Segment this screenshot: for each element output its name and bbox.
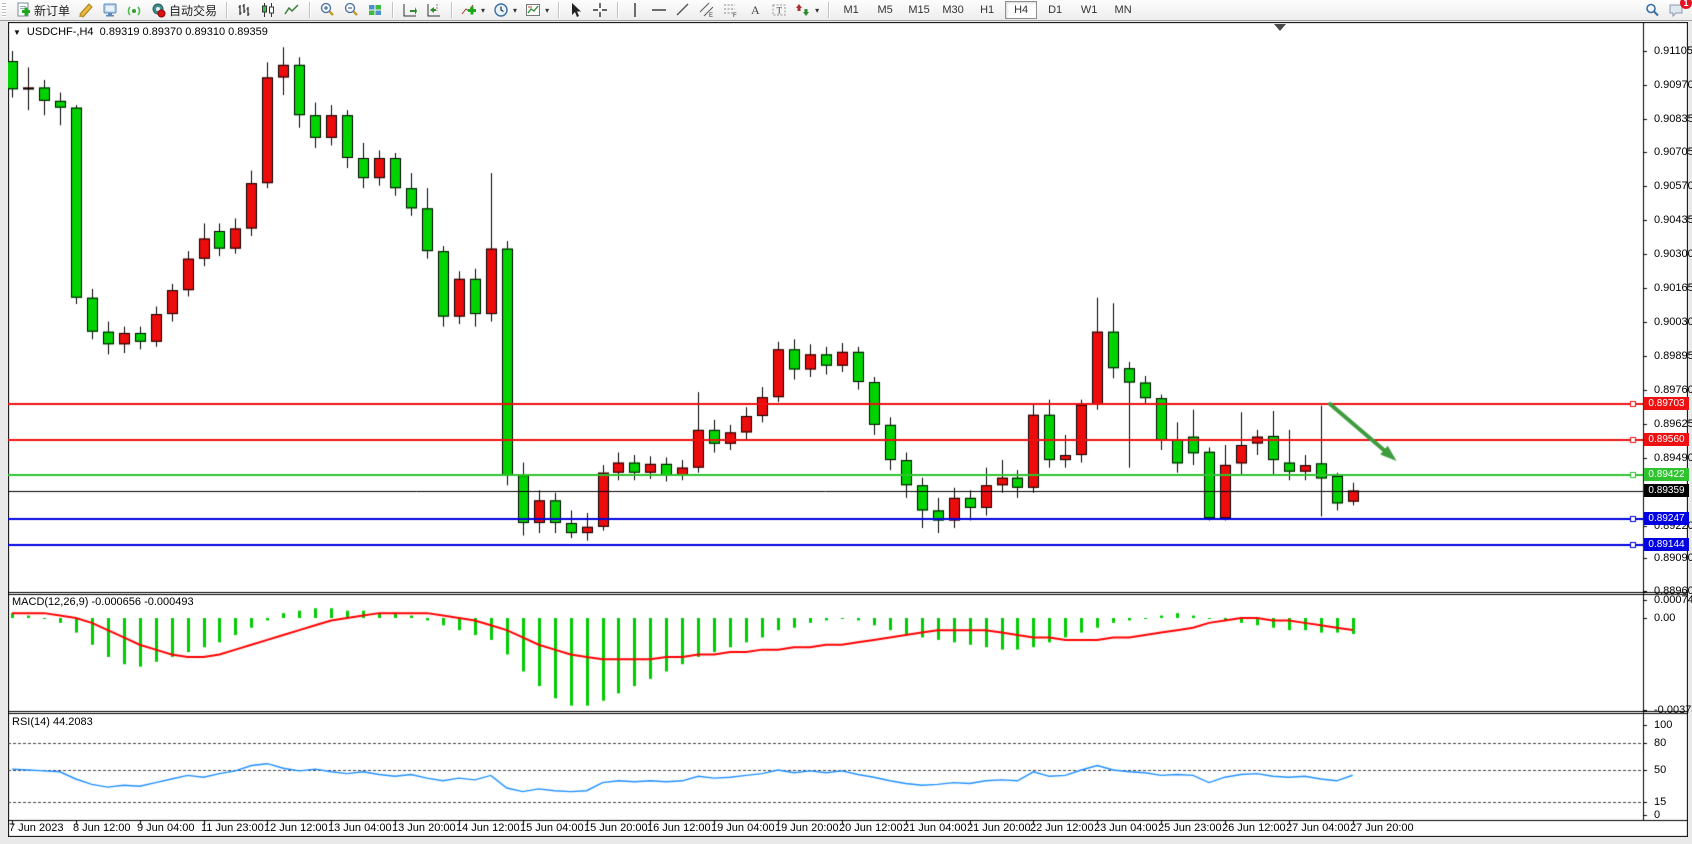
timeframe-button-m30[interactable]: M30 [937,1,969,19]
timeframe-button-m5[interactable]: M5 [869,1,901,19]
crosshair-icon [592,2,608,18]
auto-scroll-button[interactable] [398,0,422,20]
crosshair-button[interactable] [588,0,612,20]
new-order-button[interactable]: 新订单 [11,0,74,20]
fibonacci-button[interactable]: F [719,0,743,20]
candlestick-icon [260,2,276,18]
monitor-icon [102,2,118,18]
chart-canvas[interactable] [8,22,1688,837]
fibonacci-icon: F [723,2,739,18]
equidistant-channel-button[interactable]: E [695,0,719,20]
editor-icon [78,2,94,18]
channel-icon: E [699,2,715,18]
svg-text:E: E [709,13,713,18]
trendline-icon [675,2,691,18]
notification-badge: 1 [1680,0,1692,9]
main-toolbar: 新订单 自动交易 [0,0,1692,21]
vertical-line-icon [627,2,643,18]
arrows-button[interactable]: ▾ [791,0,823,20]
timeframe-button-h4[interactable]: H4 [1005,1,1037,19]
signal-icon [126,2,142,18]
vertical-line-button[interactable] [623,0,647,20]
cursor-icon [568,2,584,18]
zoom-out-button[interactable] [339,0,363,20]
ohlc-bars-icon [236,2,252,18]
clock-icon [493,2,509,18]
editor-button[interactable] [74,0,98,20]
timeframe-button-h1[interactable]: H1 [971,1,1003,19]
toolbar-separator [451,2,452,18]
text-label-icon: T [771,2,787,18]
new-order-label: 新订单 [34,2,70,19]
timeframe-button-d1[interactable]: D1 [1039,1,1071,19]
text-icon: A [747,2,763,18]
toolbar-separator [828,2,829,18]
templates-button[interactable]: ▾ [521,0,553,20]
search-icon [1644,2,1660,18]
tile-windows-button[interactable] [363,0,387,20]
autotrading-label: 自动交易 [169,2,217,19]
chat-button[interactable]: 1 [1664,0,1688,20]
indicators-icon [461,2,477,18]
line-chart-icon [284,2,300,18]
horizontal-line-button[interactable] [647,0,671,20]
chevron-down-icon: ▾ [481,6,485,15]
search-button[interactable] [1640,0,1664,20]
svg-text:A: A [751,3,760,17]
periods-button[interactable]: ▾ [489,0,521,20]
candlestick-chart-button[interactable] [256,0,280,20]
arrows-icon [795,2,811,18]
toolbar-grip [2,3,6,17]
chart-window: ▼ USDCHF-,H4 0.89319 0.89370 0.89310 0.8… [8,22,1688,837]
chart-shift-icon [426,2,442,18]
timeframe-button-m15[interactable]: M15 [903,1,935,19]
trendline-button[interactable] [671,0,695,20]
text-label-button[interactable]: T [767,0,791,20]
zoom-in-icon [319,2,335,18]
svg-text:T: T [777,6,783,16]
zoom-in-button[interactable] [315,0,339,20]
tile-windows-icon [367,2,383,18]
timeframe-group: M1M5M15M30H1H4D1W1MN [831,0,1143,20]
chevron-down-icon: ▾ [545,6,549,15]
zoom-out-icon [343,2,359,18]
timeframe-button-mn[interactable]: MN [1107,1,1139,19]
timeframe-button-w1[interactable]: W1 [1073,1,1105,19]
chevron-down-icon: ▾ [513,6,517,15]
bar-chart-button[interactable] [232,0,256,20]
horizontal-line-icon [651,2,667,18]
chart-shift-button[interactable] [422,0,446,20]
toolbar-separator [617,2,618,18]
toolbar-separator [392,2,393,18]
timeframe-button-m1[interactable]: M1 [835,1,867,19]
market-watch-button[interactable] [98,0,122,20]
autotrading-icon [150,2,166,18]
toolbar-separator [309,2,310,18]
new-order-icon [15,2,31,18]
indicators-button[interactable]: ▾ [457,0,489,20]
toolbar-separator [558,2,559,18]
chevron-down-icon: ▾ [815,6,819,15]
auto-scroll-icon [402,2,418,18]
cursor-button[interactable] [564,0,588,20]
autotrading-button[interactable]: 自动交易 [146,0,221,20]
text-button[interactable]: A [743,0,767,20]
toolbar-separator [226,2,227,18]
templates-icon [525,2,541,18]
line-chart-button[interactable] [280,0,304,20]
signals-button[interactable] [122,0,146,20]
svg-text:F: F [733,13,737,18]
